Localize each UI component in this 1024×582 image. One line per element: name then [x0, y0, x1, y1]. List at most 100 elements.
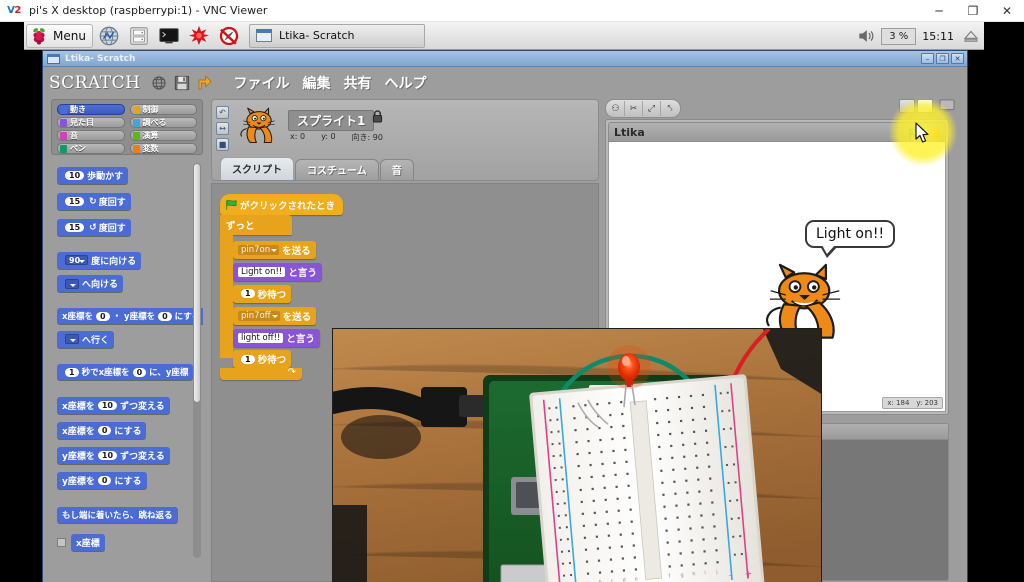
- svg-text:e: e: [634, 576, 638, 582]
- tab-costumes[interactable]: コスチューム: [295, 159, 379, 180]
- turn-left-degrees-input[interactable]: 15: [65, 223, 85, 232]
- delete-tool-icon[interactable]: ✂: [625, 101, 643, 116]
- category-pen[interactable]: ペン: [57, 143, 125, 154]
- direction-dropdown[interactable]: 90: [65, 255, 89, 265]
- glide-secs-input[interactable]: 1: [65, 367, 79, 377]
- raspberry-pi-icon: [29, 26, 49, 46]
- broadcast-pin7on-dropdown[interactable]: pin7on: [238, 245, 280, 255]
- duplicate-tool-icon[interactable]: ⚇: [607, 101, 625, 116]
- palette-block-turn-left[interactable]: 15 ↺ 度回す: [57, 219, 131, 236]
- taskbar-window-button[interactable]: Ltika- Scratch: [248, 23, 425, 48]
- category-operators[interactable]: 演算: [129, 130, 197, 141]
- script-block-broadcast-pin7off[interactable]: pin7off を送る: [233, 306, 317, 325]
- menu-help[interactable]: ヘルプ: [384, 73, 426, 93]
- category-sound[interactable]: 音: [57, 130, 125, 141]
- palette-reporter-x-position[interactable]: x座標: [71, 534, 105, 551]
- tab-sounds[interactable]: 音: [379, 159, 414, 180]
- sprite-direction: 向き: 90: [351, 133, 383, 142]
- tab-scripts[interactable]: スクリプト: [220, 157, 294, 180]
- menu-button[interactable]: Menu: [26, 23, 93, 48]
- wolfram-icon[interactable]: [215, 23, 243, 49]
- palette-block-go-to-xy[interactable]: x座標を 0 ・ y座標を 0 にする: [57, 308, 203, 324]
- lock-icon[interactable]: [372, 110, 383, 126]
- small-stage-button[interactable]: [899, 99, 915, 113]
- go-to-x-input[interactable]: 0: [95, 311, 110, 321]
- scratch-window-titlebar[interactable]: Ltika- Scratch – ❐ ✕: [43, 51, 967, 67]
- menu-share[interactable]: 共有: [343, 73, 371, 93]
- category-motion[interactable]: 動き: [57, 104, 125, 115]
- vnc-close-button[interactable]: ✕: [990, 0, 1024, 22]
- script-block-wait-1-first[interactable]: 1 秒待つ: [233, 284, 292, 303]
- volume-icon[interactable]: [855, 26, 877, 46]
- wait-1-second-label: 秒待つ: [257, 355, 287, 366]
- sprite-thumbnail[interactable]: [236, 106, 282, 146]
- wait-1-second-input[interactable]: 1: [241, 354, 255, 364]
- palette-block-go-to[interactable]: へ行く: [57, 330, 115, 348]
- category-sensing[interactable]: 調べる: [129, 117, 197, 128]
- palette-block-if-on-edge-bounce[interactable]: もし端に着いたら、跳ね返る: [57, 507, 178, 523]
- undo-button[interactable]: ↶: [216, 106, 229, 119]
- share-icon[interactable]: [196, 74, 214, 92]
- watcher-checkbox[interactable]: [57, 538, 66, 547]
- say-light-on-input[interactable]: Light on!!: [238, 267, 286, 277]
- category-control[interactable]: 制御: [129, 104, 197, 115]
- category-variables[interactable]: 変数: [129, 143, 197, 154]
- category-looks[interactable]: 見た目: [57, 117, 125, 128]
- palette-block-change-x-by[interactable]: x座標を 10 ずつ変える: [57, 397, 170, 414]
- wait-1-first-input[interactable]: 1: [241, 289, 255, 298]
- web-browser-icon[interactable]: [95, 23, 123, 49]
- palette-block-set-y-to[interactable]: y座標を 0 にする: [57, 472, 147, 489]
- eject-icon[interactable]: [962, 27, 980, 45]
- go-to-target-dropdown[interactable]: [65, 334, 79, 344]
- palette-block-turn-right[interactable]: 15 ↻ 度回す: [57, 193, 131, 210]
- set-y-input[interactable]: 0: [97, 476, 112, 485]
- script-block-say-light-on[interactable]: Light on!! と言う: [233, 263, 322, 281]
- point-towards-dropdown[interactable]: [65, 278, 79, 289]
- palette-block-glide[interactable]: 1 秒でx座標を 0 に、y座標: [57, 364, 194, 380]
- script-block-wait-1-second[interactable]: 1 秒待つ: [233, 350, 292, 368]
- move-label: 歩動かす: [87, 172, 124, 182]
- raspberry-pi-photo: CE RC HDMI: [332, 328, 822, 582]
- glide-x-input[interactable]: 0: [132, 367, 147, 377]
- palette-watcher-row[interactable]: x座標: [57, 534, 203, 551]
- palette-scrollbar-thumb[interactable]: [193, 163, 201, 403]
- palette-scrollbar[interactable]: [193, 163, 201, 558]
- flip-horizontal-button[interactable]: ↔: [216, 122, 229, 135]
- menu-edit[interactable]: 編集: [302, 73, 330, 93]
- say-light-off-input[interactable]: light off!!: [238, 332, 284, 343]
- scratch-maximize-button[interactable]: ❐: [936, 53, 949, 64]
- language-globe-icon[interactable]: [150, 74, 168, 92]
- mathematica-icon[interactable]: [185, 23, 213, 49]
- vnc-restore-button[interactable]: ❐: [956, 0, 990, 22]
- terminal-icon[interactable]: [155, 23, 183, 49]
- file-manager-icon[interactable]: [125, 23, 153, 49]
- presentation-mode-button[interactable]: [939, 99, 955, 113]
- change-x-input[interactable]: 10: [97, 401, 117, 410]
- go-to-y-input[interactable]: 0: [158, 311, 172, 321]
- normal-stage-button[interactable]: [917, 99, 933, 113]
- flip-vertical-button[interactable]: ■: [216, 138, 229, 151]
- palette-block-change-y-by[interactable]: y座標を 10 ずつ変える: [57, 447, 170, 464]
- broadcast-pin7off-dropdown[interactable]: pin7off: [238, 310, 280, 321]
- palette-block-point-in-direction[interactable]: 90 度に向ける: [57, 251, 142, 269]
- script-block-when-flag-clicked[interactable]: がクリックされたとき: [220, 194, 344, 215]
- palette-block-set-x-to[interactable]: x座標を 0 にする: [57, 422, 147, 439]
- palette-block-move[interactable]: 10 歩動かす: [57, 167, 129, 184]
- sprite-name[interactable]: スプライト1: [288, 110, 375, 131]
- save-icon[interactable]: [173, 74, 191, 92]
- scratch-close-button[interactable]: ✕: [951, 53, 964, 64]
- set-x-input[interactable]: 0: [97, 426, 112, 435]
- script-block-broadcast-pin7on[interactable]: pin7on を送る: [233, 241, 316, 259]
- vnc-minimize-button[interactable]: ─: [922, 0, 956, 22]
- shrink-tool-icon[interactable]: ⤣: [661, 101, 679, 116]
- menu-file[interactable]: ファイル: [233, 73, 289, 93]
- move-steps-input[interactable]: 10: [65, 171, 85, 180]
- block-palette[interactable]: 10 歩動かす 15 ↻ 度回す 15 ↺ 度回す 90 度に向ける へ向ける …: [51, 157, 203, 582]
- desktop-left-margin: [0, 22, 24, 582]
- scratch-minimize-button[interactable]: –: [921, 53, 934, 64]
- grow-tool-icon[interactable]: ⤢: [643, 101, 661, 116]
- turn-right-degrees-input[interactable]: 15: [65, 197, 85, 206]
- change-y-input[interactable]: 10: [97, 451, 118, 460]
- palette-block-point-towards[interactable]: へ向ける: [57, 275, 124, 292]
- script-block-say-light-off[interactable]: light off!! と言う: [233, 328, 320, 347]
